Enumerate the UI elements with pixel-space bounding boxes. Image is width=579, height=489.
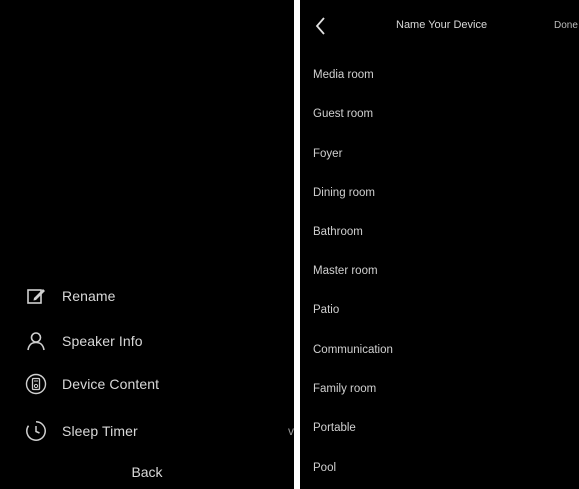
sleep-timer-label: Sleep Timer [62,423,138,439]
room-option-portable[interactable]: Portable [313,416,573,440]
edit-icon [25,285,47,307]
room-option-media-room[interactable]: Media room [313,63,573,87]
page-title: Name Your Device [396,19,488,31]
device-content-icon [25,373,47,395]
room-option-patio[interactable]: Patio [313,298,573,322]
room-option-family-room[interactable]: Family room [313,377,573,401]
speaker-info-menu-item[interactable]: Speaker Info [0,321,294,361]
timer-icon [25,420,47,442]
chevron-left-icon[interactable] [312,14,330,38]
room-option-guest-room[interactable]: Guest room [313,102,573,126]
room-option-communication[interactable]: Communication [313,338,573,362]
room-option-bathroom[interactable]: Bathroom [313,220,573,244]
rename-menu-item[interactable]: Rename [0,276,294,316]
room-option-foyer[interactable]: Foyer [313,142,573,166]
sleep-timer-menu-item[interactable]: Sleep Timer v [0,411,294,451]
name-device-header: Name Your Device Done [300,0,579,52]
name-device-panel: Name Your Device Done Media room Guest r… [300,0,579,489]
device-options-panel: Rename Speaker Info Device Content Sleep… [0,0,294,489]
person-icon [25,330,47,352]
room-option-master-room[interactable]: Master room [313,259,573,283]
room-option-dining-room[interactable]: Dining room [313,181,573,205]
rename-label: Rename [62,288,116,304]
room-option-pool[interactable]: Pool [313,456,573,480]
sleep-timer-value: v [288,424,294,438]
speaker-info-label: Speaker Info [62,333,143,349]
back-button[interactable]: Back [0,458,294,486]
device-content-label: Device Content [62,376,160,392]
device-content-menu-item[interactable]: Device Content [0,364,294,404]
done-button[interactable]: Done [554,20,578,31]
